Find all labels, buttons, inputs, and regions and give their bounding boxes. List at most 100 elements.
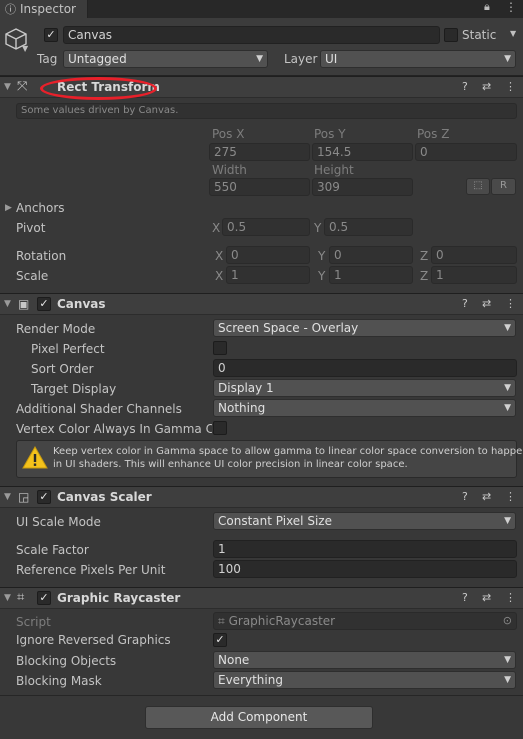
object-picker-icon[interactable]: ⊙ [503,613,512,629]
graphic-raycaster-header[interactable]: ▼ ⌗ ✓ Graphic Raycaster ? ⇄ ⋮ [0,587,523,609]
pos-x-field[interactable]: 275 [209,143,310,161]
foldout-icon[interactable]: ▼ [4,82,11,92]
width-field[interactable]: 550 [209,178,310,196]
render-mode-dropdown[interactable]: Screen Space - Overlay ▼ [213,319,516,337]
sort-order-label: Sort Order [31,362,94,376]
pos-y-label: Pos Y [314,127,346,141]
shader-channels-dropdown[interactable]: Nothing ▼ [213,399,516,417]
annotation-circle [40,77,157,100]
warning-line-1: Keep vertex color in Gamma space to allo… [53,446,523,457]
width-label: Width [212,163,247,177]
rotation-z-field[interactable]: 0 [431,246,517,264]
pos-y-field[interactable]: 154.5 [312,143,413,161]
pivot-x-field[interactable]: 0.5 [222,218,310,236]
ui-scale-mode-value: Constant Pixel Size [218,514,332,528]
foldout-icon[interactable]: ▼ [4,492,11,502]
blueprint-mode-button[interactable]: ⬚ [466,178,490,195]
canvas-scaler-title: Canvas Scaler [57,490,152,504]
pivot-y-field[interactable]: 0.5 [324,218,413,236]
preset-icon[interactable]: ⇄ [482,80,491,93]
info-icon: ⓘ [5,3,16,16]
target-display-dropdown[interactable]: Display 1 ▼ [213,379,516,397]
more-icon[interactable]: ⋮ [505,297,516,310]
pixel-perfect-checkbox[interactable] [213,341,227,355]
chevron-down-icon: ▼ [504,383,511,393]
ui-scale-mode-dropdown[interactable]: Constant Pixel Size ▼ [213,512,516,530]
help-icon[interactable]: ? [462,591,468,604]
layer-value: UI [325,52,338,66]
ref-ppu-field[interactable]: 100 [213,560,517,578]
vertex-color-label: Vertex Color Always In Gamma Col [16,422,212,436]
layer-dropdown[interactable]: UI ▼ [320,50,516,68]
raw-edit-button[interactable]: R [491,178,516,195]
pos-z-label: Pos Z [417,127,450,141]
canvas-scaler-header[interactable]: ▼ ◲ ✓ Canvas Scaler ? ⇄ ⋮ [0,486,523,508]
divider [0,695,523,696]
rotation-y-field[interactable]: 0 [329,246,413,264]
help-icon[interactable]: ? [462,297,468,310]
graphic-raycaster-icon: ⌗ [17,590,25,605]
blocking-mask-dropdown[interactable]: Everything ▼ [213,671,516,689]
chevron-down-icon[interactable]: ▼ [22,44,28,53]
chevron-down-icon: ▼ [504,655,511,665]
ref-ppu-label: Reference Pixels Per Unit [16,563,166,577]
help-icon[interactable]: ? [462,80,468,93]
script-value: GraphicRaycaster [228,614,336,628]
canvas-enabled-checkbox[interactable]: ✓ [37,297,51,311]
preset-icon[interactable]: ⇄ [482,591,491,604]
scale-z-field[interactable]: 1 [431,266,517,284]
vertex-color-warning: Keep vertex color in Gamma space to allo… [16,440,523,478]
scale-z-label: Z [420,269,429,283]
canvas-title: Canvas [57,297,106,311]
pixel-perfect-label: Pixel Perfect [31,342,105,356]
preset-icon[interactable]: ⇄ [482,490,491,503]
rotation-x-label: X [215,249,224,263]
scale-x-field[interactable]: 1 [226,266,310,284]
pos-z-field[interactable]: 0 [415,143,517,161]
render-mode-label: Render Mode [16,322,96,336]
more-icon[interactable]: ⋮ [505,0,517,14]
rotation-x-field[interactable]: 0 [226,246,310,264]
canvas-component-icon: ▣ [18,297,30,311]
driven-note: Some values driven by Canvas. [16,103,517,119]
more-icon[interactable]: ⋮ [505,490,516,503]
target-display-label: Target Display [31,382,117,396]
static-checkbox[interactable] [444,28,458,42]
rotation-z-label: Z [420,249,429,263]
static-dropdown-icon[interactable]: ▼ [510,29,516,38]
foldout-icon[interactable]: ▼ [4,593,11,603]
help-icon[interactable]: ? [462,490,468,503]
height-field[interactable]: 309 [312,178,413,196]
lock-icon[interactable]: 🔒︎ [484,0,490,14]
graphic-raycaster-enabled-checkbox[interactable]: ✓ [37,591,51,605]
vertex-color-checkbox[interactable] [213,421,227,435]
tag-dropdown[interactable]: Untagged ▼ [63,50,268,68]
add-component-button[interactable]: Add Component [145,706,373,729]
more-icon[interactable]: ⋮ [505,80,516,93]
anchors-label[interactable]: Anchors [16,200,65,216]
more-icon[interactable]: ⋮ [505,591,516,604]
foldout-icon[interactable]: ▼ [4,299,11,309]
tab-inspector[interactable]: ⓘ Inspector [0,0,88,18]
scale-factor-label: Scale Factor [16,543,89,557]
canvas-header[interactable]: ▼ ▣ ✓ Canvas ? ⇄ ⋮ [0,293,523,315]
scale-factor-field[interactable]: 1 [213,540,517,558]
script-label: Script [16,615,51,629]
ignore-reversed-checkbox[interactable]: ✓ [213,633,227,647]
object-name-field[interactable]: Canvas [63,26,440,44]
warning-icon [22,445,48,469]
pivot-label: Pivot [16,221,46,235]
rect-transform-header[interactable]: ▼ ⤧ Rect Transform ? ⇄ ⋮ [0,76,523,100]
blocking-objects-dropdown[interactable]: None ▼ [213,651,516,669]
active-checkbox[interactable]: ✓ [44,28,58,42]
anchors-foldout-icon[interactable]: ▶ [5,203,12,213]
scale-y-field[interactable]: 1 [329,266,413,284]
chevron-down-icon: ▼ [504,323,511,333]
script-field[interactable]: ⌗ GraphicRaycaster ⊙ [213,612,517,630]
sort-order-field[interactable]: 0 [213,359,517,377]
shader-channels-value: Nothing [218,401,266,415]
canvas-scaler-enabled-checkbox[interactable]: ✓ [37,490,51,504]
preset-icon[interactable]: ⇄ [482,297,491,310]
blocking-objects-value: None [218,653,250,667]
scale-label: Scale [16,269,49,283]
